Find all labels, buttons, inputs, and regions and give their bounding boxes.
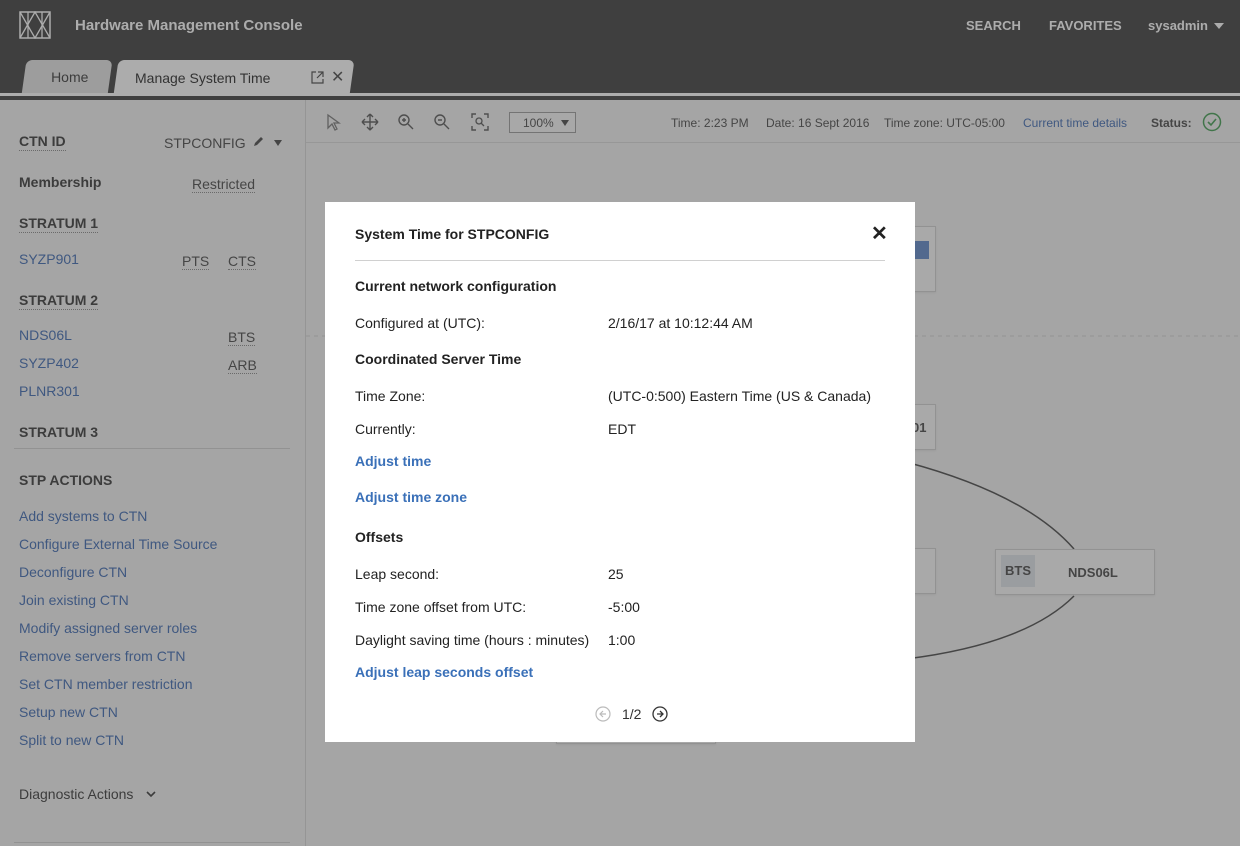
modal-divider: [355, 260, 885, 261]
leap-second-value: 25: [608, 566, 624, 582]
modal-title: System Time for STPCONFIG: [355, 226, 550, 242]
configured-at-value: 2/16/17 at 10:12:44 AM: [608, 315, 753, 331]
adjust-time-link[interactable]: Adjust time: [355, 453, 431, 469]
leap-second-label: Leap second:: [355, 566, 440, 582]
section-network-config: Current network configuration: [355, 278, 557, 294]
previous-page-icon: [595, 706, 611, 722]
section-offsets: Offsets: [355, 529, 404, 545]
tz-offset-label: Time zone offset from UTC:: [355, 599, 527, 615]
section-coordinated-server-time: Coordinated Server Time: [355, 351, 522, 367]
adjust-leap-seconds-link[interactable]: Adjust leap seconds offset: [355, 664, 533, 680]
next-page-icon[interactable]: [652, 706, 668, 722]
page-indicator: 1/2: [622, 706, 642, 722]
currently-value: EDT: [608, 421, 636, 437]
configured-at-label: Configured at (UTC):: [355, 315, 485, 331]
time-zone-label: Time Zone:: [355, 388, 426, 404]
dst-label: Daylight saving time (hours : minutes): [355, 632, 590, 648]
close-icon[interactable]: ✕: [871, 221, 888, 246]
dst-value: 1:00: [608, 632, 636, 648]
time-zone-value: (UTC-0:500) Eastern Time (US & Canada): [608, 388, 871, 404]
tz-offset-value: -5:00: [608, 599, 640, 615]
system-time-modal: System Time for STPCONFIG ✕ Current netw…: [325, 202, 915, 742]
adjust-time-zone-link[interactable]: Adjust time zone: [355, 489, 467, 505]
currently-label: Currently:: [355, 421, 416, 437]
